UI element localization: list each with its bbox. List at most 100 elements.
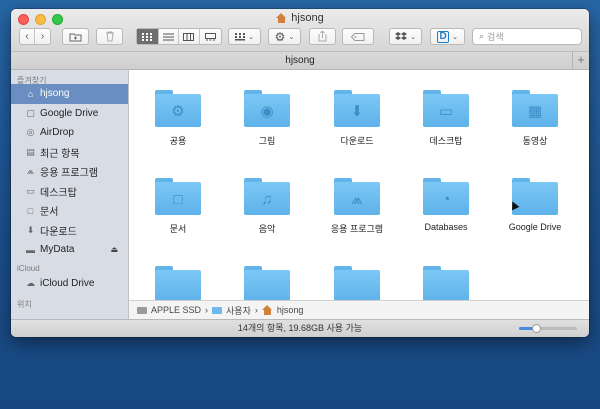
sidebar-item-google-drive[interactable]: ▢ Google Drive (11, 104, 128, 124)
chevron-down-icon: ⌄ (410, 33, 416, 41)
sidebar-item-label: 다운로드 (40, 226, 77, 238)
share-icon (318, 31, 327, 42)
sidebar-item-airdrop[interactable]: ◎ AirDrop (11, 123, 128, 143)
sidebar-item-label: 문서 (40, 207, 59, 219)
file-item-downloads[interactable]: ⬇ 다운로드 (322, 90, 392, 147)
locations-header: 위치 (17, 300, 32, 309)
sidebar-item-label: AirDrop (40, 127, 74, 139)
icon-size-slider[interactable] (519, 324, 577, 333)
applications-folder-icon: ⩕ (334, 178, 380, 215)
tag-icon (351, 32, 365, 41)
forward-button[interactable]: › (35, 29, 50, 44)
file-item-folder[interactable] (232, 266, 302, 300)
chevron-right-icon: › (254, 305, 258, 315)
folder-icon (155, 266, 201, 300)
airdrop-icon: ◎ (26, 127, 35, 138)
list-view-button[interactable] (159, 29, 180, 44)
music-folder-icon: ♫ (244, 178, 290, 215)
file-item-folder[interactable] (322, 266, 392, 300)
recents-icon: ▤ (26, 146, 35, 157)
home-icon (261, 305, 273, 315)
sidebar-item-icloud-drive[interactable]: ☁ iCloud Drive (11, 274, 128, 294)
file-label: 동영상 (522, 136, 548, 146)
edit-tags-button[interactable] (342, 28, 374, 45)
status-bar: 14개의 항목, 19.68GB 사용 가능 (11, 319, 589, 337)
status-text: 14개의 항목, 19.68GB 사용 가능 (237, 323, 363, 333)
file-grid: ⚙ 공용 ◉ 그림 ⬇ 다운로드 ▭ 데스크탑 ▦ 동영상 □ 문서 ♫ 음악 … (129, 70, 589, 300)
movies-folder-icon: ▦ (512, 90, 558, 127)
public-folder-icon: ⚙ (155, 90, 201, 127)
dropbox-icon (395, 31, 408, 40)
dropbox-button[interactable]: ⌄ (389, 28, 422, 45)
sidebar-item-label: 응용 프로그램 (40, 168, 98, 180)
share-button[interactable] (309, 28, 336, 45)
path-segment-disk[interactable]: APPLE SSD (151, 305, 201, 315)
sidebar-item-applications[interactable]: ⩕ 응용 프로그램 (11, 162, 128, 182)
sidebar-item-downloads[interactable]: ⬇ 다운로드 (11, 221, 128, 241)
sidebar-item-recents[interactable]: ▤ 최근 항목 (11, 143, 128, 163)
gear-icon: ⚙ (274, 29, 286, 44)
gallery-icon (204, 32, 216, 40)
folder-icon (334, 266, 380, 300)
file-item-folder[interactable] (411, 266, 481, 300)
folder-icon (212, 306, 223, 314)
sidebar-item-mydata[interactable]: ▬ MyData ⏏ (11, 240, 128, 260)
file-label: 음악 (258, 224, 276, 234)
file-item-movies[interactable]: ▦ 동영상 (500, 90, 570, 147)
file-item-databases[interactable]: ◔ Databases (411, 178, 481, 232)
list-icon (162, 33, 174, 40)
tab-hjsong[interactable]: hjsong (285, 55, 314, 66)
pictures-folder-icon: ◉ (244, 90, 290, 127)
new-folder-button[interactable] (62, 28, 89, 45)
eject-icon[interactable]: ⏏ (110, 245, 118, 254)
trash-button[interactable] (96, 28, 123, 45)
chevron-left-icon: ‹ (25, 31, 29, 42)
action-button[interactable]: ⚙ ⌄ (268, 28, 301, 45)
sidebar-item-label: 최근 항목 (40, 148, 80, 160)
downloads-folder-icon: ⬇ (334, 90, 380, 127)
chevron-down-icon: ⌄ (288, 33, 295, 41)
path-segment-home[interactable]: hjsong (277, 305, 304, 315)
tab-bar: hjsong + (11, 51, 589, 70)
file-item-pictures[interactable]: ◉ 그림 (232, 90, 302, 147)
dashlane-icon: D (437, 30, 450, 43)
new-tab-button[interactable]: + (572, 52, 589, 69)
gallery-view-button[interactable] (200, 29, 221, 44)
sidebar: 즐겨찾기 ⌂ hjsong ▢ Google Drive ◎ AirDrop ▤… (11, 70, 129, 319)
file-item-applications[interactable]: ⩕ 응용 프로그램 (322, 178, 392, 235)
file-item-music[interactable]: ♫ 음악 (232, 178, 302, 235)
file-item-documents[interactable]: □ 문서 (143, 178, 213, 235)
file-item-folder[interactable] (143, 266, 213, 300)
sidebar-item-label: MyData (40, 244, 75, 256)
file-label: 데스크탑 (429, 136, 463, 146)
group-by-button[interactable]: ⌄ (228, 28, 261, 45)
file-label: 다운로드 (340, 136, 374, 146)
group-icon (235, 32, 246, 40)
chevron-right-icon: › (205, 305, 209, 315)
sidebar-item-documents[interactable]: □ 문서 (11, 201, 128, 221)
chevron-down-icon: ⌄ (452, 33, 458, 41)
path-bar: APPLE SSD › 사용자 › hjsong (129, 300, 589, 319)
slider-knob[interactable] (532, 324, 542, 333)
chevron-down-icon: ⌄ (248, 33, 254, 41)
file-item-public[interactable]: ⚙ 공용 (143, 90, 213, 147)
file-item-desktop[interactable]: ▭ 데스크탑 (411, 90, 481, 147)
search-field[interactable]: ⌕ 검색 (472, 28, 582, 45)
path-segment-users[interactable]: 사용자 (226, 304, 251, 317)
applications-icon: ⩕ (26, 166, 35, 177)
folder-icon (244, 266, 290, 300)
file-label: Databases (424, 222, 468, 232)
downloads-icon: ⬇ (26, 224, 35, 235)
disk-icon (137, 306, 147, 314)
titlebar: hjsong ‹ › ⌄ ⚙ ⌄ ⌄ D ⌄ ⌕ 검색 (11, 9, 589, 51)
dashlane-button[interactable]: D ⌄ (430, 28, 465, 45)
columns-icon (183, 32, 195, 41)
chevron-right-icon: › (40, 31, 45, 42)
icon-view-button[interactable] (137, 29, 159, 44)
search-placeholder: 검색 (487, 32, 504, 42)
back-button[interactable]: ‹ (20, 29, 36, 44)
column-view-button[interactable] (179, 29, 200, 44)
sidebar-item-desktop[interactable]: ▭ 데스크탑 (11, 182, 128, 202)
sidebar-item-hjsong[interactable]: ⌂ hjsong (11, 84, 128, 104)
plus-icon: + (577, 52, 585, 67)
